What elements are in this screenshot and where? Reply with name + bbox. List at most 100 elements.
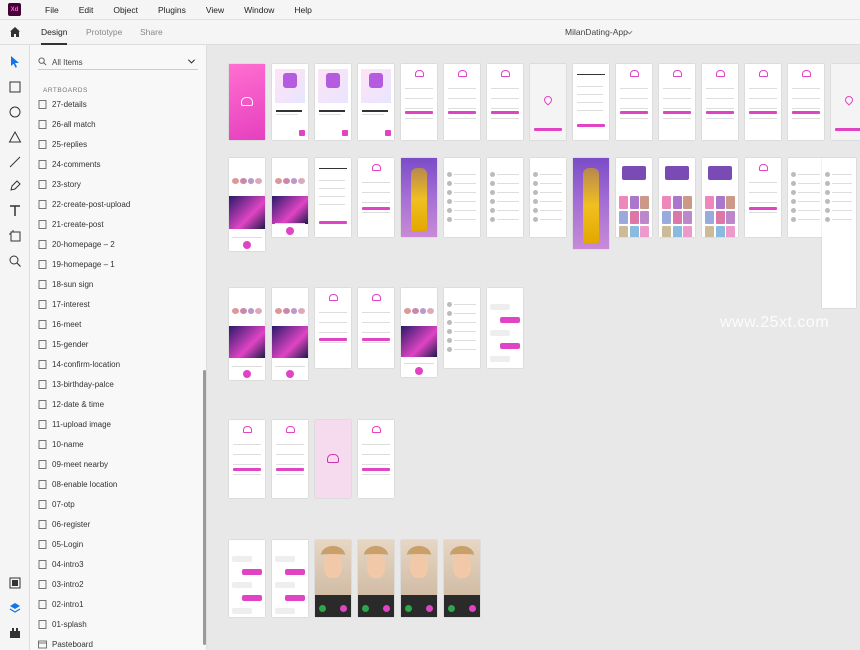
layer-item[interactable]: 18-sun sign (38, 274, 198, 294)
layer-item[interactable]: 07-otp (38, 494, 198, 514)
chevron-down-icon[interactable] (626, 29, 633, 36)
select-icon[interactable] (8, 55, 22, 69)
artboard-thumbnail[interactable] (444, 540, 480, 617)
menu-edit[interactable]: Edit (69, 5, 104, 15)
layer-item[interactable]: 12-date & time (38, 394, 198, 414)
layer-item[interactable]: 06-register (38, 514, 198, 534)
artboard-thumbnail[interactable] (616, 64, 652, 140)
artboard-thumbnail[interactable] (745, 64, 781, 140)
artboard-thumbnail[interactable] (444, 158, 480, 237)
artboard-thumbnail[interactable] (272, 288, 308, 380)
artboard-thumbnail[interactable] (822, 158, 856, 308)
artboard-thumbnail[interactable] (272, 64, 308, 140)
plugins-icon[interactable] (8, 626, 22, 640)
layer-item[interactable]: 05-Login (38, 534, 198, 554)
layer-item[interactable]: 23-story (38, 174, 198, 194)
artboard-thumbnail[interactable] (401, 288, 437, 377)
artboard-thumbnail[interactable] (315, 288, 351, 368)
artboard-thumbnail[interactable] (358, 420, 394, 498)
artboard-thumbnail[interactable] (358, 64, 394, 140)
artboard-thumbnail[interactable] (444, 64, 480, 140)
layer-item[interactable]: 13-birthday-palce (38, 374, 198, 394)
menu-object[interactable]: Object (103, 5, 148, 15)
layer-item[interactable]: 16-meet (38, 314, 198, 334)
artboard-thumbnail[interactable] (272, 420, 308, 498)
artboard-thumbnail[interactable] (702, 64, 738, 140)
layer-item[interactable]: 25-replies (38, 134, 198, 154)
layer-item[interactable]: 19-homepage – 1 (38, 254, 198, 274)
app-logo[interactable]: Xd (8, 3, 21, 16)
artboard-thumbnail[interactable] (401, 158, 437, 237)
artboard-thumbnail[interactable] (487, 288, 523, 368)
layer-item[interactable]: 02-intro1 (38, 594, 198, 614)
artboard-thumbnail[interactable] (788, 158, 824, 237)
layer-item[interactable]: 03-intro2 (38, 574, 198, 594)
artboard-thumbnail[interactable] (229, 64, 265, 140)
tab-design[interactable]: Design (41, 27, 67, 37)
home-icon[interactable] (9, 26, 21, 38)
artboard-thumbnail[interactable] (487, 64, 523, 140)
layer-item[interactable]: 17-interest (38, 294, 198, 314)
artboard-thumbnail[interactable] (530, 158, 566, 237)
artboard-thumbnail[interactable] (444, 288, 480, 368)
artboard-thumbnail[interactable] (272, 540, 308, 617)
artboard-thumbnail[interactable] (315, 64, 351, 140)
ellipse-icon[interactable] (8, 105, 22, 119)
layer-item[interactable]: 10-name (38, 434, 198, 454)
artboard-thumbnail[interactable] (229, 158, 265, 251)
artboard-thumbnail[interactable] (831, 64, 860, 140)
document-title[interactable]: MilanDating-App (565, 27, 628, 37)
layer-item[interactable]: 20-homepage – 2 (38, 234, 198, 254)
layer-item[interactable]: 09-meet nearby (38, 454, 198, 474)
artboard-thumbnail[interactable] (401, 540, 437, 617)
layer-item[interactable]: 24-comments (38, 154, 198, 174)
layer-item[interactable]: 14-confirm-location (38, 354, 198, 374)
artboard-thumbnail[interactable] (272, 158, 308, 237)
artboard-thumbnail[interactable] (315, 158, 351, 237)
artboard-thumbnail[interactable] (702, 158, 738, 237)
layer-item[interactable]: 04-intro3 (38, 554, 198, 574)
menu-view[interactable]: View (196, 5, 234, 15)
design-canvas[interactable]: www.25xt.com (207, 45, 860, 650)
artboard-thumbnail[interactable] (745, 158, 781, 237)
pen-icon[interactable] (8, 179, 22, 193)
tab-prototype[interactable]: Prototype (86, 27, 122, 37)
menu-help[interactable]: Help (284, 5, 321, 15)
layers-search[interactable]: All Items (38, 54, 198, 70)
artboard-icon[interactable] (8, 229, 22, 243)
artboard-thumbnail[interactable] (530, 64, 566, 140)
artboard-thumbnail[interactable] (315, 420, 351, 498)
chevron-down-icon[interactable] (187, 57, 196, 66)
layers-scrollbar[interactable] (203, 370, 206, 645)
artboard-thumbnail[interactable] (616, 158, 652, 237)
artboard-thumbnail[interactable] (573, 64, 609, 140)
artboard-thumbnail[interactable] (229, 540, 265, 617)
triangle-icon[interactable] (8, 130, 22, 144)
artboard-thumbnail[interactable] (659, 64, 695, 140)
artboard-thumbnail[interactable] (487, 158, 523, 237)
menu-plugins[interactable]: Plugins (148, 5, 196, 15)
artboard-thumbnail[interactable] (573, 158, 609, 249)
menu-window[interactable]: Window (234, 5, 284, 15)
artboard-thumbnail[interactable] (401, 64, 437, 140)
layers-icon[interactable] (8, 601, 22, 615)
layer-item[interactable]: 21-create-post (38, 214, 198, 234)
assets-icon[interactable] (8, 576, 22, 590)
artboard-thumbnail[interactable] (315, 540, 351, 617)
artboard-thumbnail[interactable] (229, 420, 265, 498)
menu-file[interactable]: File (35, 5, 69, 15)
artboard-thumbnail[interactable] (358, 540, 394, 617)
zoom-icon[interactable] (8, 254, 22, 268)
artboard-thumbnail[interactable] (229, 288, 265, 380)
text-icon[interactable] (8, 204, 22, 218)
rectangle-icon[interactable] (8, 80, 22, 94)
layer-item[interactable]: 27-details (38, 94, 198, 114)
layer-item[interactable]: 22-create-post-upload (38, 194, 198, 214)
tab-share[interactable]: Share (140, 27, 163, 37)
layer-item[interactable]: 08-enable location (38, 474, 198, 494)
layer-item[interactable]: 15-gender (38, 334, 198, 354)
artboard-thumbnail[interactable] (358, 158, 394, 237)
layer-item[interactable]: 01-splash (38, 614, 198, 634)
line-icon[interactable] (8, 155, 22, 169)
artboard-thumbnail[interactable] (659, 158, 695, 237)
